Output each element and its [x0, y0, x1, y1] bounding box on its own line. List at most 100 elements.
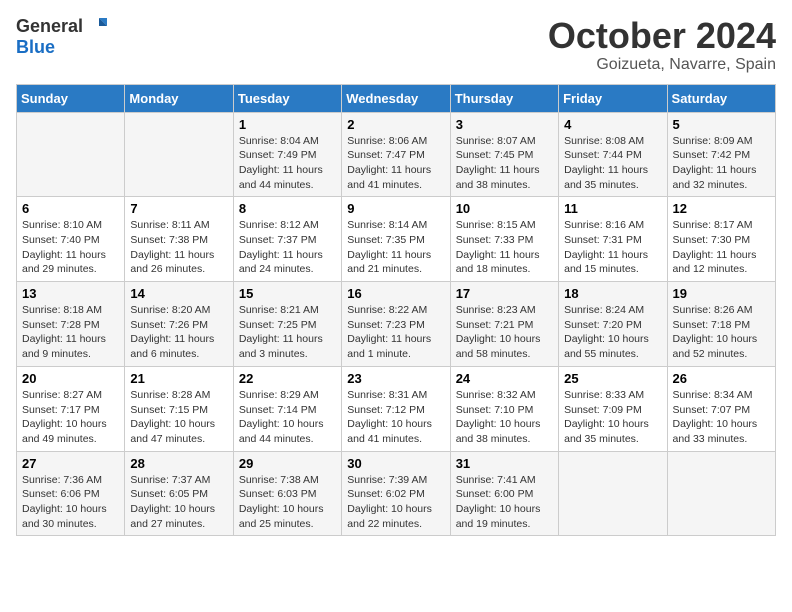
day-number: 11 [564, 201, 661, 216]
weekday-header-cell: Saturday [667, 84, 775, 112]
day-info: Sunrise: 8:27 AM Sunset: 7:17 PM Dayligh… [22, 388, 119, 447]
day-number: 21 [130, 371, 227, 386]
calendar-cell: 16Sunrise: 8:22 AM Sunset: 7:23 PM Dayli… [342, 282, 450, 367]
calendar-cell: 20 Sunrise: 8:27 AM Sunset: 7:17 PM Dayli… [17, 366, 125, 451]
day-info: Sunrise: 8:28 AM Sunset: 7:15 PM Dayligh… [130, 388, 227, 447]
day-info: Sunrise: 8:04 AM Sunset: 7:49 PM Dayligh… [239, 134, 336, 193]
day-info: Sunrise: 8:10 AM Sunset: 7:40 PM Dayligh… [22, 218, 119, 277]
calendar-week-row: 13 Sunrise: 8:18 AM Sunset: 7:28 PM Dayli… [17, 282, 776, 367]
day-number: 7 [130, 201, 227, 216]
day-number: 4 [564, 117, 661, 132]
day-info: Sunrise: 8:20 AM Sunset: 7:26 PM Dayligh… [130, 303, 227, 362]
day-info: Sunrise: 8:34 AM Sunset: 7:07 PM Dayligh… [673, 388, 770, 447]
day-info: Sunrise: 7:41 AM Sunset: 6:00 PM Dayligh… [456, 473, 553, 532]
day-info: Sunrise: 8:22 AM Sunset: 7:23 PM Dayligh… [347, 303, 444, 362]
calendar-cell: 26 Sunrise: 8:34 AM Sunset: 7:07 PM Dayli… [667, 366, 775, 451]
calendar-cell: 3 Sunrise: 8:07 AM Sunset: 7:45 PM Daylig… [450, 112, 558, 197]
calendar-cell: 15Sunrise: 8:21 AM Sunset: 7:25 PM Dayli… [233, 282, 341, 367]
calendar-table: SundayMondayTuesdayWednesdayThursdayFrid… [16, 84, 776, 537]
calendar-body: 1 Sunrise: 8:04 AM Sunset: 7:49 PM Daylig… [17, 112, 776, 536]
calendar-cell: 19Sunrise: 8:26 AM Sunset: 7:18 PM Dayli… [667, 282, 775, 367]
calendar-cell: 12Sunrise: 8:17 AM Sunset: 7:30 PM Dayli… [667, 197, 775, 282]
calendar-week-row: 1 Sunrise: 8:04 AM Sunset: 7:49 PM Daylig… [17, 112, 776, 197]
day-number: 26 [673, 371, 770, 386]
calendar-week-row: 6Sunrise: 8:10 AM Sunset: 7:40 PM Daylig… [17, 197, 776, 282]
day-number: 18 [564, 286, 661, 301]
calendar-cell [17, 112, 125, 197]
day-number: 9 [347, 201, 444, 216]
calendar-cell [559, 451, 667, 536]
day-info: Sunrise: 8:09 AM Sunset: 7:42 PM Dayligh… [673, 134, 770, 193]
day-number: 5 [673, 117, 770, 132]
day-info: Sunrise: 8:07 AM Sunset: 7:45 PM Dayligh… [456, 134, 553, 193]
day-info: Sunrise: 8:06 AM Sunset: 7:47 PM Dayligh… [347, 134, 444, 193]
calendar-cell: 7 Sunrise: 8:11 AM Sunset: 7:38 PM Daylig… [125, 197, 233, 282]
day-number: 23 [347, 371, 444, 386]
day-info: Sunrise: 8:17 AM Sunset: 7:30 PM Dayligh… [673, 218, 770, 277]
day-info: Sunrise: 8:11 AM Sunset: 7:38 PM Dayligh… [130, 218, 227, 277]
calendar-week-row: 20 Sunrise: 8:27 AM Sunset: 7:17 PM Dayli… [17, 366, 776, 451]
calendar-cell: 24 Sunrise: 8:32 AM Sunset: 7:10 PM Dayli… [450, 366, 558, 451]
calendar-cell: 28Sunrise: 7:37 AM Sunset: 6:05 PM Dayli… [125, 451, 233, 536]
day-number: 3 [456, 117, 553, 132]
calendar-cell: 18 Sunrise: 8:24 AM Sunset: 7:20 PM Dayli… [559, 282, 667, 367]
day-number: 10 [456, 201, 553, 216]
day-info: Sunrise: 7:36 AM Sunset: 6:06 PM Dayligh… [22, 473, 119, 532]
day-info: Sunrise: 7:39 AM Sunset: 6:02 PM Dayligh… [347, 473, 444, 532]
day-number: 31 [456, 456, 553, 471]
day-number: 13 [22, 286, 119, 301]
day-info: Sunrise: 8:31 AM Sunset: 7:12 PM Dayligh… [347, 388, 444, 447]
day-info: Sunrise: 8:24 AM Sunset: 7:20 PM Dayligh… [564, 303, 661, 362]
calendar-cell [125, 112, 233, 197]
day-number: 25 [564, 371, 661, 386]
day-number: 24 [456, 371, 553, 386]
calendar-cell: 31 Sunrise: 7:41 AM Sunset: 6:00 PM Dayli… [450, 451, 558, 536]
day-info: Sunrise: 8:23 AM Sunset: 7:21 PM Dayligh… [456, 303, 553, 362]
calendar-cell: 29 Sunrise: 7:38 AM Sunset: 6:03 PM Dayli… [233, 451, 341, 536]
logo-text-blue: Blue [16, 38, 55, 58]
logo: General Blue [16, 16, 109, 58]
logo-text-general: General [16, 17, 83, 37]
day-number: 8 [239, 201, 336, 216]
day-number: 27 [22, 456, 119, 471]
calendar-cell: 2Sunrise: 8:06 AM Sunset: 7:47 PM Daylig… [342, 112, 450, 197]
weekday-header-cell: Sunday [17, 84, 125, 112]
weekday-header-cell: Thursday [450, 84, 558, 112]
calendar-cell: 11 Sunrise: 8:16 AM Sunset: 7:31 PM Dayli… [559, 197, 667, 282]
day-info: Sunrise: 8:33 AM Sunset: 7:09 PM Dayligh… [564, 388, 661, 447]
day-number: 1 [239, 117, 336, 132]
day-info: Sunrise: 7:38 AM Sunset: 6:03 PM Dayligh… [239, 473, 336, 532]
day-number: 29 [239, 456, 336, 471]
calendar-cell: 30Sunrise: 7:39 AM Sunset: 6:02 PM Dayli… [342, 451, 450, 536]
calendar-cell: 4Sunrise: 8:08 AM Sunset: 7:44 PM Daylig… [559, 112, 667, 197]
weekday-header-row: SundayMondayTuesdayWednesdayThursdayFrid… [17, 84, 776, 112]
weekday-header-cell: Friday [559, 84, 667, 112]
day-info: Sunrise: 8:32 AM Sunset: 7:10 PM Dayligh… [456, 388, 553, 447]
calendar-cell: 6Sunrise: 8:10 AM Sunset: 7:40 PM Daylig… [17, 197, 125, 282]
day-number: 28 [130, 456, 227, 471]
calendar-cell: 22Sunrise: 8:29 AM Sunset: 7:14 PM Dayli… [233, 366, 341, 451]
day-number: 15 [239, 286, 336, 301]
calendar-cell: 8Sunrise: 8:12 AM Sunset: 7:37 PM Daylig… [233, 197, 341, 282]
calendar-cell: 1 Sunrise: 8:04 AM Sunset: 7:49 PM Daylig… [233, 112, 341, 197]
calendar-cell: 9 Sunrise: 8:14 AM Sunset: 7:35 PM Daylig… [342, 197, 450, 282]
day-info: Sunrise: 8:16 AM Sunset: 7:31 PM Dayligh… [564, 218, 661, 277]
calendar-cell: 27 Sunrise: 7:36 AM Sunset: 6:06 PM Dayli… [17, 451, 125, 536]
day-info: Sunrise: 8:18 AM Sunset: 7:28 PM Dayligh… [22, 303, 119, 362]
calendar-cell: 17Sunrise: 8:23 AM Sunset: 7:21 PM Dayli… [450, 282, 558, 367]
day-info: Sunrise: 8:15 AM Sunset: 7:33 PM Dayligh… [456, 218, 553, 277]
day-number: 22 [239, 371, 336, 386]
header: General Blue October 2024 Goizueta, Nava… [16, 16, 776, 74]
calendar-cell: 13 Sunrise: 8:18 AM Sunset: 7:28 PM Dayli… [17, 282, 125, 367]
day-info: Sunrise: 8:14 AM Sunset: 7:35 PM Dayligh… [347, 218, 444, 277]
weekday-header-cell: Tuesday [233, 84, 341, 112]
title-block: October 2024 Goizueta, Navarre, Spain [548, 16, 776, 74]
calendar-week-row: 27 Sunrise: 7:36 AM Sunset: 6:06 PM Dayli… [17, 451, 776, 536]
calendar-cell: 21 Sunrise: 8:28 AM Sunset: 7:15 PM Dayli… [125, 366, 233, 451]
day-info: Sunrise: 8:26 AM Sunset: 7:18 PM Dayligh… [673, 303, 770, 362]
calendar-subtitle: Goizueta, Navarre, Spain [548, 56, 776, 74]
logo-icon [85, 14, 109, 38]
day-number: 20 [22, 371, 119, 386]
calendar-cell: 14Sunrise: 8:20 AM Sunset: 7:26 PM Dayli… [125, 282, 233, 367]
calendar-title: October 2024 [548, 16, 776, 56]
